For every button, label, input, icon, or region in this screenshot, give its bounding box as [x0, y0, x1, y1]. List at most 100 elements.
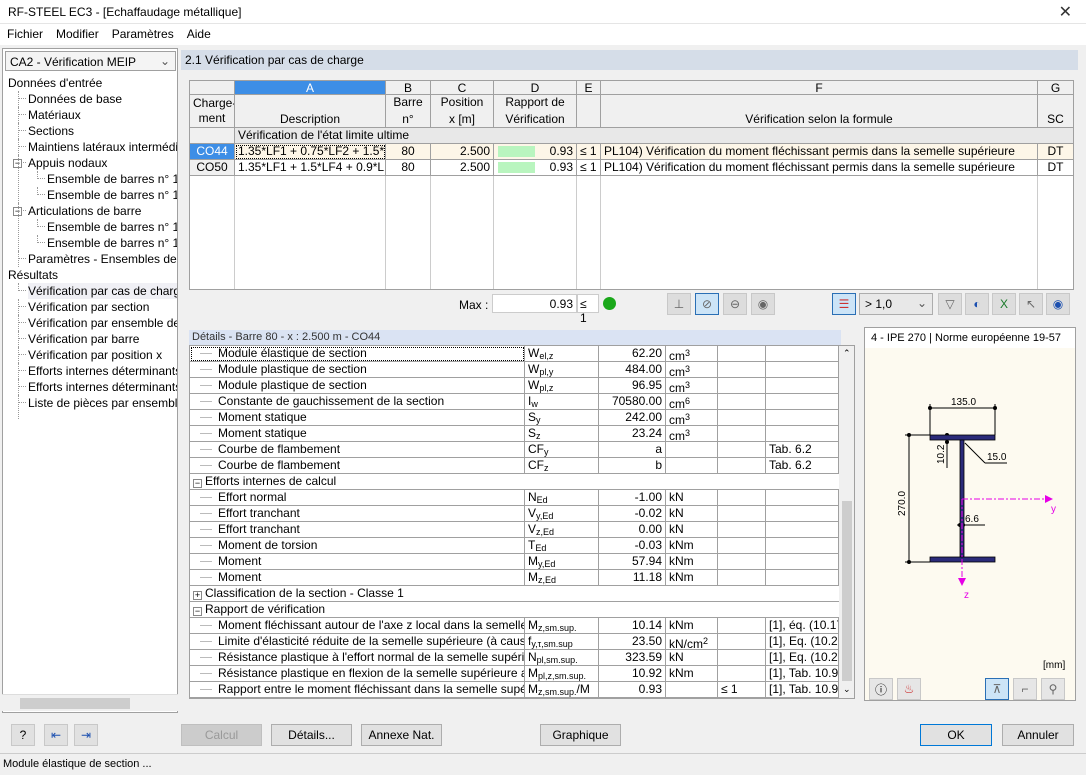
- detail-row[interactable]: Courbe de flambement CFz b Tab. 6.2: [190, 458, 839, 474]
- collapse-icon[interactable]: −: [193, 607, 202, 616]
- menu-parametres[interactable]: Paramètres: [105, 24, 180, 41]
- row-id[interactable]: CO50: [190, 160, 235, 176]
- row-position[interactable]: 2.500: [431, 160, 494, 176]
- cancel-button[interactable]: Annuler: [1002, 724, 1074, 746]
- row-position[interactable]: 2.500: [431, 144, 494, 160]
- menu-modifier[interactable]: Modifier: [49, 24, 105, 41]
- column-letter-c[interactable]: C: [431, 81, 494, 95]
- select-pointer-icon[interactable]: ↖: [1019, 293, 1043, 315]
- tree-item[interactable]: Matériaux: [28, 107, 81, 123]
- row-sc[interactable]: DT: [1038, 144, 1073, 160]
- tree-item[interactable]: Maintiens latéraux intermédiaires: [28, 139, 177, 155]
- tree-item[interactable]: Ensemble de barres n° 10 -: [47, 219, 177, 235]
- row-description[interactable]: 1.35*LF1 + 0.75*LF2 + 1.5*LF: [235, 144, 386, 160]
- scrollbar-thumb[interactable]: [20, 698, 130, 709]
- row-formula[interactable]: PL104) Vérification du moment fléchissan…: [601, 144, 1038, 160]
- dimension-icon[interactable]: ⊼: [985, 678, 1009, 700]
- tree-item[interactable]: Liste de pièces par ensemble de: [28, 395, 177, 411]
- column-letter-d[interactable]: D: [494, 81, 577, 95]
- help-icon[interactable]: ?: [11, 724, 35, 746]
- tree-item[interactable]: Vérification par cas de charge: [28, 283, 177, 299]
- detail-group[interactable]: + Classification de la section - Classe 1: [190, 586, 839, 602]
- detail-row[interactable]: Résistance plastique à l'effort normal d…: [190, 650, 839, 666]
- tree-item[interactable]: Articulations de barre: [28, 203, 141, 219]
- row-bar[interactable]: 80: [386, 144, 431, 160]
- detail-row[interactable]: − Efforts internes de calcul: [190, 474, 839, 490]
- tree-item[interactable]: Appuis nodaux: [28, 155, 107, 171]
- row-le[interactable]: ≤ 1: [577, 160, 601, 176]
- row-ratio[interactable]: 0.93: [494, 144, 577, 160]
- tree-item[interactable]: Vérification par section: [28, 299, 149, 315]
- row-le[interactable]: ≤ 1: [577, 144, 601, 160]
- detail-row[interactable]: Courbe de flambement CFy a Tab. 6.2: [190, 442, 839, 458]
- detail-row[interactable]: Résistance plastique en flexion de la se…: [190, 666, 839, 682]
- detail-row[interactable]: Moment de torsion TEd -0.03 kNm: [190, 538, 839, 554]
- detail-group[interactable]: − Rapport de vérification: [190, 602, 839, 618]
- export-icon[interactable]: ⇥: [74, 724, 98, 746]
- annex-button[interactable]: Annexe Nat. ...: [361, 724, 442, 762]
- collapse-icon[interactable]: −: [193, 479, 202, 488]
- menu-aide[interactable]: Aide: [180, 24, 217, 41]
- tree-item[interactable]: Vérification par ensemble de barres: [28, 315, 177, 331]
- menu-fichier[interactable]: Fichier: [0, 24, 49, 41]
- tree-item[interactable]: Ensemble de barres n° 11 -: [47, 187, 177, 203]
- detail-group[interactable]: − Efforts internes de calcul: [190, 474, 839, 490]
- stress-display-icon[interactable]: ♨: [897, 678, 921, 700]
- column-letter-f[interactable]: F: [601, 81, 1038, 95]
- info-icon[interactable]: ⓘ: [869, 678, 893, 700]
- detail-row[interactable]: Moment statique Sz 23.24 cm3: [190, 426, 839, 442]
- detail-row[interactable]: Module plastique de section Wpl,y 484.00 cm…: [190, 362, 839, 378]
- row-description[interactable]: 1.35*LF1 + 1.5*LF4 + 0.9*LF6: [235, 160, 386, 176]
- tree-item[interactable]: Résultats: [8, 267, 58, 283]
- scroll-down-icon[interactable]: ⌄: [843, 684, 851, 695]
- filter-icon[interactable]: ▽: [938, 293, 962, 315]
- row-ratio[interactable]: 0.93: [494, 160, 577, 176]
- detail-row[interactable]: Moment fléchissant autour de l'axe z loc…: [190, 618, 839, 634]
- tree-item[interactable]: Efforts internes déterminants par: [28, 363, 177, 379]
- color-scale-icon[interactable]: ◐: [965, 293, 989, 315]
- detail-row[interactable]: Module élastique de section Wel,z 62.20 cm3: [190, 346, 839, 362]
- filter-select[interactable]: > 1,0 ⌄: [859, 293, 933, 315]
- vertical-scrollbar[interactable]: ⌃ ⌄: [839, 346, 854, 698]
- row-id[interactable]: CO44: [190, 144, 235, 160]
- tree-item[interactable]: Ensemble de barres n° 10 -: [47, 171, 177, 187]
- tree-item[interactable]: Ensemble de barres n° 11 -: [47, 235, 177, 251]
- zoom-icon[interactable]: ⚲: [1041, 678, 1065, 700]
- detail-row[interactable]: Moment statique Sy 242.00 cm3: [190, 410, 839, 426]
- tree-item[interactable]: Sections: [28, 123, 74, 139]
- details-button[interactable]: Détails...: [271, 724, 352, 746]
- detail-row[interactable]: Limite d'élasticité réduite de la semell…: [190, 634, 839, 650]
- excel-export-icon[interactable]: X: [992, 293, 1016, 315]
- tree-item[interactable]: Paramètres - Ensembles de barres: [28, 251, 177, 267]
- tree-item[interactable]: Efforts internes déterminants par: [28, 379, 177, 395]
- detail-row[interactable]: Effort normal NEd -1.00 kN: [190, 490, 839, 506]
- member-display-icon[interactable]: ⊘: [695, 293, 719, 315]
- set-display-icon[interactable]: ⊖: [723, 293, 747, 315]
- column-letter-e[interactable]: E: [577, 81, 601, 95]
- detail-row[interactable]: − Rapport de vérification: [190, 602, 839, 618]
- tree-item[interactable]: Données d'entrée: [8, 75, 102, 91]
- ok-button[interactable]: OK: [920, 724, 992, 746]
- detail-row[interactable]: + Classification de la section - Classe 1: [190, 586, 839, 602]
- tree-item[interactable]: Vérification par barre: [28, 331, 139, 347]
- row-formula[interactable]: PL104) Vérification du moment fléchissan…: [601, 160, 1038, 176]
- close-icon[interactable]: ✕: [1059, 2, 1072, 22]
- column-letter-b[interactable]: B: [386, 81, 431, 95]
- detail-row[interactable]: Moment My,Ed 57.94 kNm: [190, 554, 839, 570]
- import-icon[interactable]: ⇤: [44, 724, 68, 746]
- expand-icon[interactable]: +: [193, 591, 202, 600]
- beam-view-icon[interactable]: ⊥: [667, 293, 691, 315]
- detail-row[interactable]: Effort tranchant Vz,Ed 0.00 kN: [190, 522, 839, 538]
- calc-button[interactable]: Calcul: [181, 724, 262, 746]
- detail-row[interactable]: Module plastique de section Wpl,z 96.95 cm3: [190, 378, 839, 394]
- detail-row[interactable]: Constante de gauchissement de la section…: [190, 394, 839, 410]
- view-eye-icon[interactable]: ◉: [1046, 293, 1070, 315]
- scrollbar-thumb[interactable]: [842, 501, 852, 681]
- column-letter-g[interactable]: G: [1038, 81, 1073, 95]
- row-sc[interactable]: DT: [1038, 160, 1073, 176]
- ratio-bars-icon[interactable]: ☰: [832, 293, 856, 315]
- detail-row[interactable]: Moment Mz,Ed 11.18 kNm: [190, 570, 839, 586]
- tree-item[interactable]: Vérification par position x: [28, 347, 162, 363]
- row-bar[interactable]: 80: [386, 160, 431, 176]
- column-letter-a[interactable]: A: [235, 81, 386, 95]
